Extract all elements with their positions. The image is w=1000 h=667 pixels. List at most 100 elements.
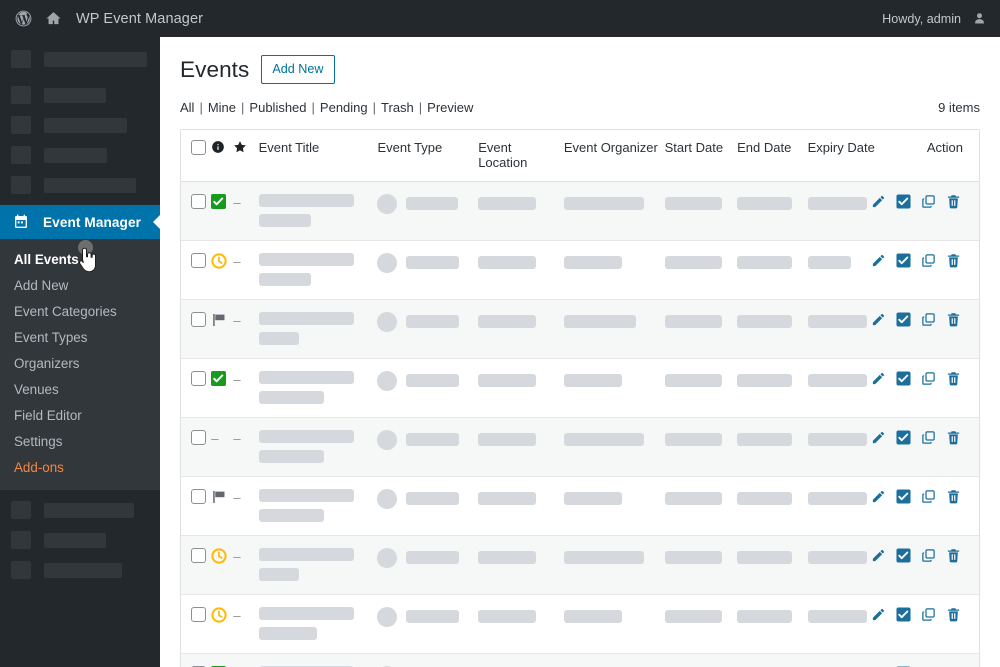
column-header-expiry-date[interactable]: Expiry Date xyxy=(807,130,884,183)
table-row[interactable]: – xyxy=(181,181,979,241)
edit-pencil-icon[interactable] xyxy=(871,253,886,268)
site-title[interactable]: WP Event Manager xyxy=(76,11,203,27)
approve-checkbox-icon[interactable] xyxy=(896,312,911,327)
approve-checkbox-icon[interactable] xyxy=(896,489,911,504)
sidebar-item-event-categories[interactable]: Event Categories xyxy=(0,299,160,325)
table-row[interactable]: – xyxy=(181,476,979,536)
filter-link-published[interactable]: Published xyxy=(249,100,306,115)
row-action-buttons xyxy=(872,489,963,504)
add-new-button[interactable]: Add New xyxy=(261,55,335,85)
placeholder-avatar xyxy=(377,312,398,333)
placeholder-bar xyxy=(478,551,537,565)
sidebar-skeleton-icon xyxy=(11,146,31,164)
filter-link-pending[interactable]: Pending xyxy=(320,100,368,115)
sidebar-item-organizers[interactable]: Organizers xyxy=(0,351,160,377)
sidebar-item-field-editor[interactable]: Field Editor xyxy=(0,403,160,429)
row-select-checkbox[interactable] xyxy=(191,194,206,210)
wordpress-logo-icon[interactable] xyxy=(8,0,38,37)
row-select-checkbox[interactable] xyxy=(191,548,206,564)
approve-checkbox-icon[interactable] xyxy=(896,371,911,386)
user-avatar-icon[interactable] xyxy=(970,10,988,28)
placeholder-bar xyxy=(258,627,317,641)
row-event-organizer-cell xyxy=(563,359,665,418)
delete-trash-icon[interactable] xyxy=(946,489,961,504)
filter-bar: All | Mine | Published | Pending | Trash | Preview… xyxy=(180,100,980,115)
edit-pencil-icon[interactable] xyxy=(871,194,886,209)
filter-link-mine[interactable]: Mine xyxy=(208,100,236,115)
duplicate-icon[interactable] xyxy=(921,430,936,445)
duplicate-icon[interactable] xyxy=(921,371,936,386)
column-header-event-location[interactable]: Event Location xyxy=(478,130,564,183)
edit-pencil-icon[interactable] xyxy=(871,312,886,327)
duplicate-icon[interactable] xyxy=(921,548,936,563)
sidebar-item-add-ons[interactable]: Add-ons xyxy=(0,455,160,481)
row-status-cell xyxy=(211,595,233,654)
filter-link-all[interactable]: All xyxy=(180,100,194,115)
sidebar-top-skeletons xyxy=(0,37,160,195)
filter-link-preview[interactable]: Preview xyxy=(427,100,473,115)
column-header-event-organizer[interactable]: Event Organizer xyxy=(563,130,665,183)
row-event-organizer-cell xyxy=(563,595,665,654)
row-action-cell xyxy=(872,359,979,418)
row-featured-cell: – xyxy=(233,182,258,241)
duplicate-icon[interactable] xyxy=(921,607,936,622)
sidebar-skeleton-item xyxy=(0,530,160,550)
sidebar-item-event-manager[interactable]: Event Manager xyxy=(0,205,161,239)
duplicate-icon[interactable] xyxy=(921,312,936,327)
row-select-checkbox[interactable] xyxy=(191,489,206,505)
delete-trash-icon[interactable] xyxy=(946,194,961,209)
sidebar-item-settings[interactable]: Settings xyxy=(0,429,160,455)
table-row[interactable]: – xyxy=(181,299,979,359)
row-expiry-date-cell xyxy=(807,182,884,241)
star-icon[interactable] xyxy=(233,141,247,157)
status-published-check-icon xyxy=(211,371,228,388)
row-select-cell xyxy=(181,536,211,595)
column-header-start-date[interactable]: Start Date xyxy=(664,130,738,183)
edit-pencil-icon[interactable] xyxy=(871,430,886,445)
table-row[interactable]: – xyxy=(181,653,979,667)
placeholder-bar xyxy=(563,315,636,329)
table-row[interactable]: – – xyxy=(181,417,979,477)
row-select-checkbox[interactable] xyxy=(191,607,206,623)
delete-trash-icon[interactable] xyxy=(946,607,961,622)
delete-trash-icon[interactable] xyxy=(946,548,961,563)
delete-trash-icon[interactable] xyxy=(946,430,961,445)
delete-trash-icon[interactable] xyxy=(946,371,961,386)
info-icon[interactable] xyxy=(211,141,225,157)
home-icon[interactable] xyxy=(38,0,68,37)
approve-checkbox-icon[interactable] xyxy=(896,607,911,622)
howdy-greeting[interactable]: Howdy, admin xyxy=(882,12,961,26)
column-header-event-title[interactable]: Event Title xyxy=(258,130,378,183)
table-row[interactable]: – xyxy=(181,594,979,654)
filter-link-trash[interactable]: Trash xyxy=(381,100,414,115)
table-row[interactable]: – xyxy=(181,358,979,418)
delete-trash-icon[interactable] xyxy=(946,312,961,327)
row-select-checkbox[interactable] xyxy=(191,371,206,387)
edit-pencil-icon[interactable] xyxy=(871,489,886,504)
approve-checkbox-icon[interactable] xyxy=(896,548,911,563)
approve-checkbox-icon[interactable] xyxy=(896,253,911,268)
table-row[interactable]: – xyxy=(181,535,979,595)
duplicate-icon[interactable] xyxy=(921,489,936,504)
edit-pencil-icon[interactable] xyxy=(871,548,886,563)
column-header-end-date[interactable]: End Date xyxy=(737,130,808,183)
duplicate-icon[interactable] xyxy=(921,253,936,268)
row-event-title-cell xyxy=(258,654,378,667)
row-select-checkbox[interactable] xyxy=(191,253,206,269)
approve-checkbox-icon[interactable] xyxy=(896,430,911,445)
column-header-event-type[interactable]: Event Type xyxy=(377,130,479,183)
row-select-checkbox[interactable] xyxy=(191,312,206,328)
delete-trash-icon[interactable] xyxy=(946,253,961,268)
row-expiry-date-cell xyxy=(807,536,884,595)
table-row[interactable]: – xyxy=(181,240,979,300)
duplicate-icon[interactable] xyxy=(921,194,936,209)
approve-checkbox-icon[interactable] xyxy=(896,194,911,209)
row-featured-cell: – xyxy=(233,241,258,300)
sidebar-item-venues[interactable]: Venues xyxy=(0,377,160,403)
sidebar-item-event-types[interactable]: Event Types xyxy=(0,325,160,351)
edit-pencil-icon[interactable] xyxy=(871,607,886,622)
row-select-checkbox[interactable] xyxy=(191,430,206,446)
edit-pencil-icon[interactable] xyxy=(871,371,886,386)
sidebar-skeleton-bar xyxy=(44,562,122,578)
select-all-checkbox[interactable] xyxy=(191,140,206,156)
